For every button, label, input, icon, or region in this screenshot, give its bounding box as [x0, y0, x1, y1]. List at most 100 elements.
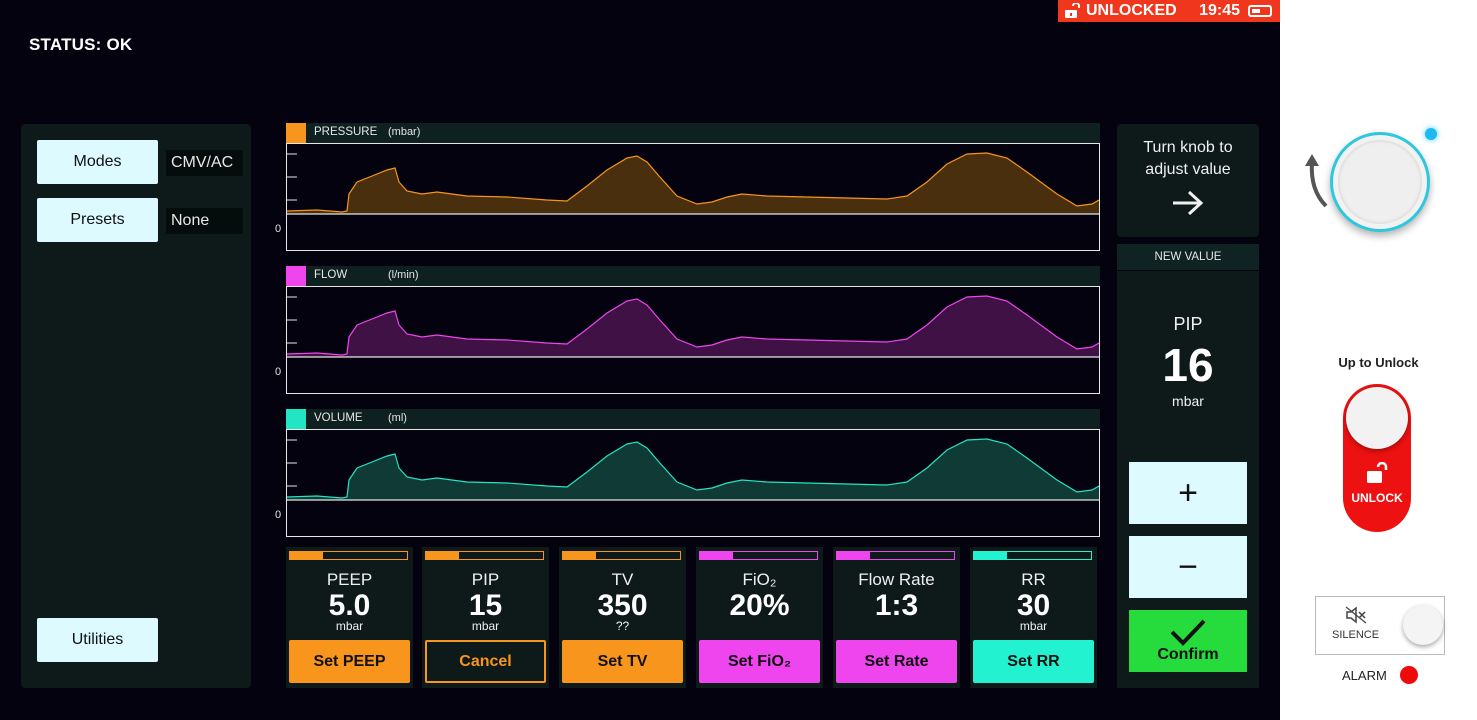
- param-label: PIP: [471, 570, 500, 589]
- modes-button[interactable]: Modes: [37, 140, 158, 184]
- set-tv-button[interactable]: Set TV: [562, 640, 683, 683]
- volume-waveform: [287, 438, 1099, 501]
- left-panel: Modes CMV/AC Presets None Utilities: [21, 124, 251, 688]
- level-bar: [289, 551, 408, 560]
- graph-header: VOLUME (ml): [286, 409, 1100, 429]
- set-rate-button[interactable]: Set Rate: [836, 640, 957, 683]
- param-unit: mbar: [335, 619, 364, 633]
- device-side-panel: Up to Unlock UNLOCK SILENCE ALARM: [1280, 0, 1477, 720]
- graph-header: PRESSURE (mbar): [286, 123, 1100, 143]
- fio2-card: FiO₂ 20% Set FiO₂: [696, 547, 823, 688]
- graph-unit: (mbar): [388, 126, 421, 138]
- graph-plot: [286, 429, 1100, 537]
- graph-unit: (ml): [388, 412, 407, 424]
- silence-toggle[interactable]: [1403, 605, 1443, 645]
- presets-button[interactable]: Presets: [37, 198, 158, 242]
- graph-plot: [286, 143, 1100, 251]
- pressure-waveform: [287, 152, 1099, 215]
- tv-card: TV 350 ?? Set TV: [559, 547, 686, 688]
- set-peep-button[interactable]: Set PEEP: [289, 640, 410, 683]
- modes-value: CMV/AC: [166, 150, 243, 176]
- level-bar: [973, 551, 1092, 560]
- arrow-right-icon: [1173, 190, 1204, 216]
- ventilator-screen: UNLOCKED 19:45 STATUS: OK Modes CMV/AC P…: [0, 0, 1280, 720]
- set-rr-button[interactable]: Set RR: [973, 640, 1094, 683]
- param-label: TV: [611, 570, 634, 589]
- param-label: Flow Rate: [858, 570, 935, 589]
- param-value: 20%: [729, 589, 790, 622]
- utilities-button[interactable]: Utilities: [37, 618, 158, 662]
- param-unit: mbar: [1019, 619, 1048, 633]
- graph-title: FLOW: [314, 269, 348, 281]
- status-text: STATUS: OK: [29, 35, 133, 54]
- param-value: 1:3: [874, 589, 919, 622]
- volume-graph: VOLUME (ml) 0: [275, 409, 1100, 537]
- increment-button[interactable]: +: [1129, 462, 1247, 524]
- top-status-bar: UNLOCKED 19:45: [1058, 0, 1280, 22]
- flow-rate-card: Flow Rate 1:3 Set Rate: [833, 547, 960, 688]
- decrement-button[interactable]: −: [1129, 536, 1247, 598]
- level-bar: [425, 551, 544, 560]
- volume-swatch: [286, 409, 306, 429]
- waveform-area: [287, 439, 1099, 500]
- battery-icon: [1248, 5, 1272, 17]
- unlocked-icon: [1065, 3, 1080, 18]
- rr-card: RR 30 mbar Set RR: [970, 547, 1097, 688]
- speaker-muted-icon: [1345, 606, 1367, 624]
- flow-graph: FLOW (l/min) 0: [275, 266, 1100, 394]
- cancel-button[interactable]: Cancel: [425, 640, 546, 683]
- pressure-graph: PRESSURE (mbar) 0: [275, 123, 1100, 251]
- graph-header: FLOW (l/min): [286, 266, 1100, 286]
- param-unit: mbar: [471, 619, 500, 633]
- graph-zero-label: 0: [275, 366, 282, 378]
- level-bar: [836, 551, 955, 560]
- level-bar: [699, 551, 818, 560]
- level-bar: [562, 551, 681, 560]
- flow-waveform: [287, 295, 1099, 358]
- new-value-label: PIP: [1173, 314, 1203, 334]
- turn-knob-hint: Turn knob to adjust value: [1117, 124, 1259, 237]
- silence-control: SILENCE: [1315, 596, 1445, 655]
- param-value: 350: [597, 589, 648, 622]
- lock-status-text: UNLOCKED: [1086, 2, 1177, 19]
- switch-thumb[interactable]: [1346, 387, 1408, 449]
- confirm-label: Confirm: [1157, 646, 1219, 663]
- graph-zero-label: 0: [275, 509, 282, 521]
- graph-unit: (l/min): [388, 269, 419, 281]
- waveform-area: [287, 153, 1099, 214]
- pip-card: PIP 15 mbar Cancel: [422, 547, 549, 688]
- graph-zero-label: 0: [275, 223, 282, 235]
- unlocked-icon: [1367, 462, 1388, 483]
- param-label: PEEP: [326, 570, 373, 589]
- checkmark-icon: [1170, 619, 1206, 646]
- peep-card: PEEP 5.0 mbar Set PEEP: [286, 547, 413, 688]
- alarm-label: ALARM: [1342, 668, 1387, 683]
- hint-line-1: Turn knob to: [1143, 139, 1233, 156]
- graph-title: VOLUME: [314, 412, 363, 424]
- waveform-area: [287, 296, 1099, 357]
- adjust-knob[interactable]: [1330, 132, 1430, 232]
- presets-value: None: [166, 208, 243, 234]
- hint-line-2: adjust value: [1145, 161, 1231, 178]
- graph-plot: [286, 286, 1100, 394]
- param-value: 30: [1016, 589, 1051, 622]
- pressure-swatch: [286, 123, 306, 143]
- clock: 19:45: [1199, 2, 1240, 19]
- set-fio2-button[interactable]: Set FiO₂: [699, 640, 820, 683]
- param-label: FiO₂: [742, 570, 777, 589]
- param-value: 15: [468, 589, 503, 622]
- flow-swatch: [286, 266, 306, 286]
- param-unit: ??: [615, 619, 630, 633]
- param-value: 5.0: [328, 589, 371, 622]
- rotate-arrow-icon: [1305, 154, 1328, 208]
- knob-led: [1425, 128, 1437, 140]
- unlock-label: UNLOCK: [1351, 491, 1403, 505]
- confirm-button[interactable]: Confirm: [1129, 610, 1247, 672]
- new-value-header: NEW VALUE: [1117, 244, 1259, 271]
- unlock-switch[interactable]: UNLOCK: [1343, 384, 1411, 532]
- param-label: RR: [1021, 570, 1046, 589]
- new-value-unit: mbar: [1172, 393, 1204, 409]
- silence-label: SILENCE: [1332, 629, 1380, 641]
- new-value-number: 16: [1162, 339, 1214, 391]
- graph-title: PRESSURE: [314, 126, 378, 138]
